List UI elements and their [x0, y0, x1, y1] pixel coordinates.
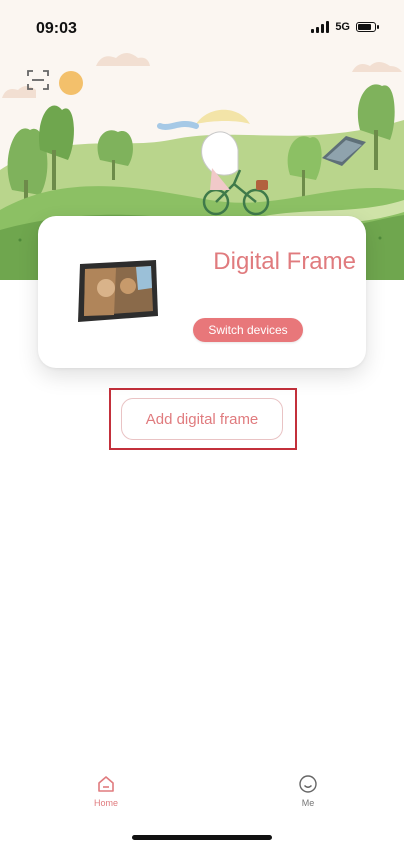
battery-icon: [356, 22, 379, 32]
add-digital-frame-button[interactable]: Add digital frame: [121, 398, 283, 440]
home-icon: [98, 776, 114, 792]
signal-icon: [311, 21, 330, 33]
device-name: Digital Frame: [213, 248, 356, 275]
status-indicators: 5G: [311, 21, 379, 33]
tab-label: Me: [301, 798, 315, 808]
smiley-icon: [299, 775, 317, 793]
tab-home[interactable]: Home: [76, 774, 136, 808]
status-bar: 09:03 5G: [0, 0, 404, 54]
status-time: 09:03: [36, 20, 77, 37]
tab-label: Home: [93, 798, 118, 808]
device-card[interactable]: Digital Frame Switch devices: [38, 216, 366, 368]
home-indicator: [132, 835, 272, 840]
scan-icon[interactable]: [26, 68, 50, 92]
digital-frame-image: [78, 260, 158, 322]
tab-me[interactable]: Me: [278, 774, 338, 808]
tab-bar: Home Me: [0, 760, 404, 866]
network-type: 5G: [335, 21, 350, 33]
switch-devices-button[interactable]: Switch devices: [193, 318, 303, 342]
